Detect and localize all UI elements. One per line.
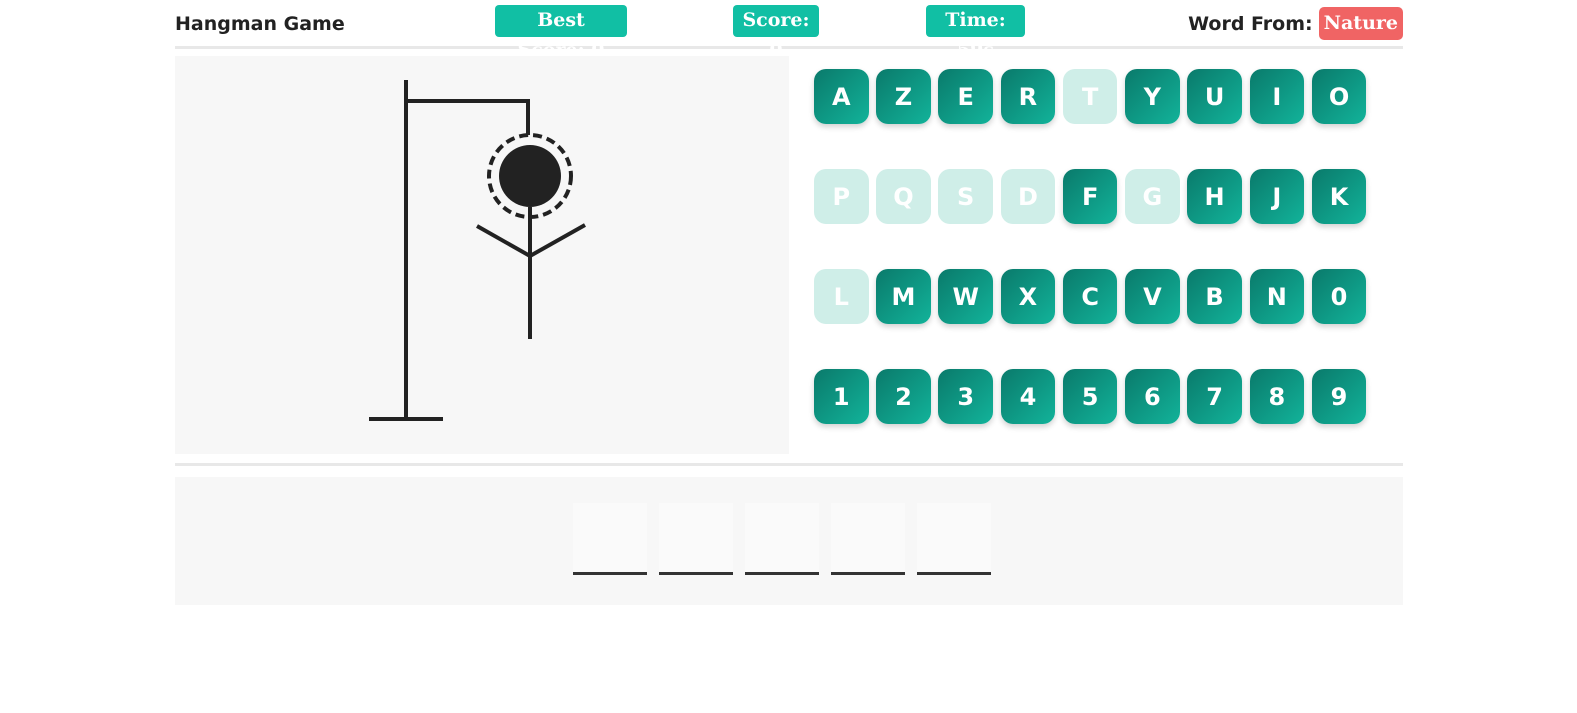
key-p: P [814, 169, 869, 224]
score-badge: Score: 0 [733, 5, 819, 61]
key-0[interactable]: 0 [1311, 269, 1367, 324]
key-s: S [938, 169, 993, 224]
hangman-drawing [369, 80, 586, 421]
key-t: T [1062, 69, 1118, 124]
key-h[interactable]: H [1187, 169, 1242, 224]
key-f[interactable]: F [1062, 169, 1118, 224]
key-9[interactable]: 9 [1311, 369, 1367, 424]
letter-keyboard: AZERTYUIO PQSDFGHJK LMWXCVBN0 123456789 [814, 69, 1374, 469]
hangman-head [499, 145, 561, 207]
timer-badge: Time: 59s [926, 5, 1025, 61]
key-3[interactable]: 3 [938, 369, 993, 424]
key-i[interactable]: I [1249, 69, 1305, 124]
category-badge: Nature [1318, 7, 1403, 40]
game-container: Hangman Game Best Score: 0 Score: 0 Time… [175, 0, 1403, 605]
key-z[interactable]: Z [876, 69, 931, 124]
hangman-left-arm [476, 224, 531, 258]
key-n[interactable]: N [1249, 269, 1305, 324]
letter-slot [917, 503, 991, 575]
letter-slot [659, 503, 733, 575]
key-g: G [1125, 169, 1180, 224]
key-y[interactable]: Y [1125, 69, 1180, 124]
key-k[interactable]: K [1311, 169, 1367, 224]
key-w[interactable]: W [938, 269, 993, 324]
best-score-badge: Best Score: 0 [495, 5, 627, 61]
key-row: LMWXCVBN0 [814, 269, 1374, 325]
key-a[interactable]: A [814, 69, 869, 124]
key-8[interactable]: 8 [1249, 369, 1305, 424]
key-x[interactable]: X [1000, 269, 1056, 324]
key-u[interactable]: U [1187, 69, 1242, 124]
key-row: AZERTYUIO [814, 69, 1374, 125]
key-q: Q [876, 169, 931, 224]
key-6[interactable]: 6 [1125, 369, 1180, 424]
key-row: 123456789 [814, 369, 1374, 425]
letter-slot [573, 503, 647, 575]
word-panel [175, 477, 1403, 605]
key-4[interactable]: 4 [1000, 369, 1056, 424]
key-row: PQSDFGHJK [814, 169, 1374, 225]
key-5[interactable]: 5 [1062, 369, 1118, 424]
key-7[interactable]: 7 [1187, 369, 1242, 424]
word-from-label: Word From: [1188, 12, 1313, 35]
key-j[interactable]: J [1249, 169, 1305, 224]
word-slots [573, 503, 1003, 575]
hangman-right-arm [529, 223, 586, 258]
page-title: Hangman Game [175, 13, 345, 35]
key-v[interactable]: V [1125, 269, 1180, 324]
key-c[interactable]: C [1062, 269, 1118, 324]
key-l: L [814, 269, 869, 324]
key-o[interactable]: O [1311, 69, 1367, 124]
key-m[interactable]: M [876, 269, 931, 324]
letter-slot [831, 503, 905, 575]
divider [175, 463, 1403, 466]
letter-slot [745, 503, 819, 575]
key-d: D [1000, 169, 1056, 224]
word-category: Word From: Nature [1188, 7, 1403, 40]
gallows-panel [175, 56, 789, 454]
key-e[interactable]: E [938, 69, 993, 124]
key-b[interactable]: B [1187, 269, 1242, 324]
header: Hangman Game Best Score: 0 Score: 0 Time… [175, 0, 1403, 61]
key-2[interactable]: 2 [876, 369, 931, 424]
key-1[interactable]: 1 [814, 369, 869, 424]
key-r[interactable]: R [1000, 69, 1056, 124]
